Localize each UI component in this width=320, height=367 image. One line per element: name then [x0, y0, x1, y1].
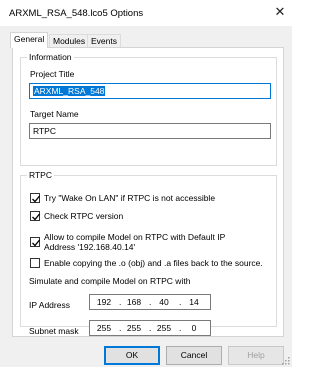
allow-compile-checkbox[interactable]	[30, 237, 41, 247]
ip-octet-1: 192	[96, 297, 112, 307]
enable-copying-label: Enable copying the .o (obj) and .a files…	[44, 258, 263, 268]
title-bar: ARXML_RSA_548.lco5 Options ✕	[0, 0, 292, 26]
target-name-field[interactable]: RTPC	[29, 123, 271, 139]
project-title-label: Project Title	[30, 69, 75, 79]
simulate-compile-label: Simulate and compile Model on RTPC with	[29, 276, 191, 286]
checkmark-icon	[32, 239, 41, 247]
subnet-octet-3: 255	[156, 323, 172, 333]
cancel-button[interactable]: Cancel	[166, 346, 222, 365]
allow-compile-label-line1: Allow to compile Model on RTPC with Defa…	[44, 232, 226, 242]
ip-octet-3: 40	[159, 297, 169, 307]
ip-octet-4: 14	[189, 297, 199, 307]
subnet-octet-4: 0	[191, 323, 197, 333]
checkmark-icon	[32, 213, 41, 221]
close-icon[interactable]: ✕	[270, 3, 290, 23]
ok-button[interactable]: OK	[104, 346, 160, 365]
project-title-value: ARXML_RSA_548	[33, 86, 106, 96]
wake-on-lan-checkbox[interactable]	[30, 193, 41, 203]
enable-copying-checkbox[interactable]	[30, 258, 40, 268]
subnet-mask-label: Subnet mask	[29, 326, 79, 336]
information-group: Information Project Title ARXML_RSA_548 …	[20, 52, 277, 166]
rtpc-group-label: RTPC	[27, 170, 54, 180]
help-button[interactable]: Help	[228, 346, 284, 365]
wake-on-lan-label: Try "Wake On LAN" if RTPC is not accessi…	[44, 193, 216, 203]
target-name-value: RTPC	[33, 126, 56, 136]
target-name-label: Target Name	[30, 109, 79, 119]
window-title: ARXML_RSA_548.lco5 Options	[9, 8, 144, 19]
subnet-octet-1: 255	[96, 323, 112, 333]
project-title-field[interactable]: ARXML_RSA_548	[29, 83, 271, 99]
allow-compile-label-line2: Address '192.168.40.14'	[44, 242, 136, 252]
check-rtpc-version-checkbox[interactable]	[30, 211, 41, 221]
check-rtpc-version-label: Check RTPC version	[44, 211, 124, 221]
ip-address-label: IP Address	[29, 300, 70, 310]
ip-address-field[interactable]: 192 . 168 . 40 . 14	[89, 294, 211, 310]
tab-modules[interactable]: Modules	[49, 34, 90, 47]
subnet-octet-2: 255	[126, 323, 142, 333]
information-group-label: Information	[27, 52, 74, 62]
subnet-mask-field[interactable]: 255 . 255 . 255 . 0	[89, 320, 211, 336]
tab-events[interactable]: Events	[87, 34, 121, 47]
ip-octet-2: 168	[126, 297, 142, 307]
resize-grip-icon[interactable]	[280, 355, 290, 365]
general-panel: Information Project Title ARXML_RSA_548 …	[12, 47, 284, 337]
dialog-body: General Modules Events Information Proje…	[0, 26, 292, 367]
checkmark-icon	[32, 195, 41, 203]
tab-general[interactable]: General	[10, 32, 49, 48]
